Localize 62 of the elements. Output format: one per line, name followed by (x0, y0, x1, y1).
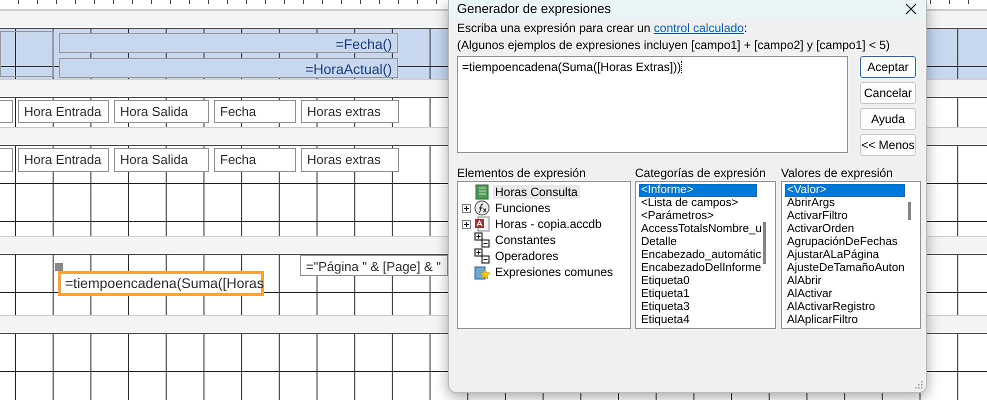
close-icon[interactable] (905, 3, 917, 15)
operator-icon (474, 248, 490, 264)
tree-item[interactable]: Constantes (493, 233, 558, 247)
list-item[interactable]: AlActivarRegistro (785, 301, 905, 314)
list-item[interactable]: Etiqueta1 (639, 288, 757, 301)
instruction-text: Escriba una expresión para crear un control calculado: (457, 20, 748, 37)
panel-label: Valores de expresión (781, 166, 894, 180)
tree-item[interactable]: Funciones (493, 201, 552, 215)
list-item[interactable]: AjusteDeTamañoAuton (785, 262, 905, 275)
dialog-title: Generador de expresiones (457, 2, 611, 16)
tree-item[interactable]: Operadores (493, 249, 560, 263)
list-item[interactable]: ActivarFiltro (785, 210, 905, 223)
date-expression-field[interactable]: =HoraActual() (59, 58, 398, 78)
move-handle[interactable] (55, 263, 63, 271)
examples-text: (Algunos ejemplos de expresiones incluyen [campo1] + [campo2] y [campo1] < 5) (457, 37, 891, 54)
tree-item[interactable]: Expresiones comunes (493, 265, 616, 279)
field-textbox[interactable]: Hora Salida (114, 148, 209, 172)
expression-field[interactable]: =tiempoencadena(Suma([Horas Extras])) (457, 56, 848, 153)
dialog-button[interactable]: << Menos (860, 134, 916, 156)
list-item[interactable]: <Valor> (785, 184, 905, 197)
list-item[interactable]: AbrirArgs (785, 197, 905, 210)
calculated-control-link[interactable]: control calculado (654, 21, 744, 35)
panel-label: Categorías de expresión (635, 166, 767, 180)
list-item[interactable]: AlActivar (785, 288, 905, 301)
book-icon (474, 184, 490, 200)
function-icon (474, 200, 490, 216)
page-number-textbox[interactable]: ="Página " & [Page] & " (300, 255, 448, 276)
list-item[interactable]: AlAplicarFiltro (785, 314, 905, 327)
resize-grip-icon[interactable] (913, 379, 923, 389)
list-item[interactable]: Etiqueta0 (639, 275, 757, 288)
field-textbox[interactable]: Fecha (214, 148, 296, 172)
panel-label: Elementos de expresión (457, 166, 587, 180)
tree-item[interactable]: Horas Consulta (493, 185, 580, 199)
expand-icon[interactable] (462, 220, 471, 228)
list-item[interactable]: <Parámetros> (639, 210, 757, 223)
list-item[interactable]: Detalle (639, 236, 757, 249)
list-item[interactable]: <Lista de campos> (639, 197, 757, 210)
dialog-button[interactable]: Cancelar (860, 82, 916, 104)
list-item[interactable]: AgrupaciónDeFechas (785, 236, 905, 249)
tree-item[interactable]: Horas - copia.accdb (493, 217, 604, 231)
column-label[interactable]: Hora Entrada (18, 100, 109, 123)
column-label[interactable]: Fecha (214, 100, 296, 123)
control-box (0, 31, 54, 77)
list-item[interactable]: Etiqueta4 (639, 314, 757, 327)
list-item[interactable]: AjustarALaPágina (785, 249, 905, 262)
field-textbox[interactable]: Horas extras (301, 148, 399, 172)
date-expression-field[interactable]: =Fecha() (59, 33, 398, 53)
scrollbar-thumb[interactable] (763, 222, 766, 264)
column-label[interactable]: Horas extras (301, 100, 399, 123)
plus-minus-icon (474, 232, 490, 248)
list-item[interactable]: ActivarOrden (785, 223, 905, 236)
field-textbox[interactable]: Hora Entrada (18, 148, 109, 172)
list-item[interactable]: Etiqueta3 (639, 301, 757, 314)
column-label[interactable]: Hora Salida (114, 100, 209, 123)
dialog-button[interactable]: Aceptar (860, 56, 916, 78)
dialog-button[interactable]: Ayuda (860, 108, 916, 130)
star-folder-icon (474, 264, 490, 280)
scrollbar-thumb[interactable] (908, 202, 911, 220)
list-item[interactable]: AlAbrir (785, 275, 905, 288)
list-item[interactable]: <Informe> (639, 184, 757, 197)
expand-icon[interactable] (462, 204, 471, 212)
database-file-icon (474, 216, 490, 232)
